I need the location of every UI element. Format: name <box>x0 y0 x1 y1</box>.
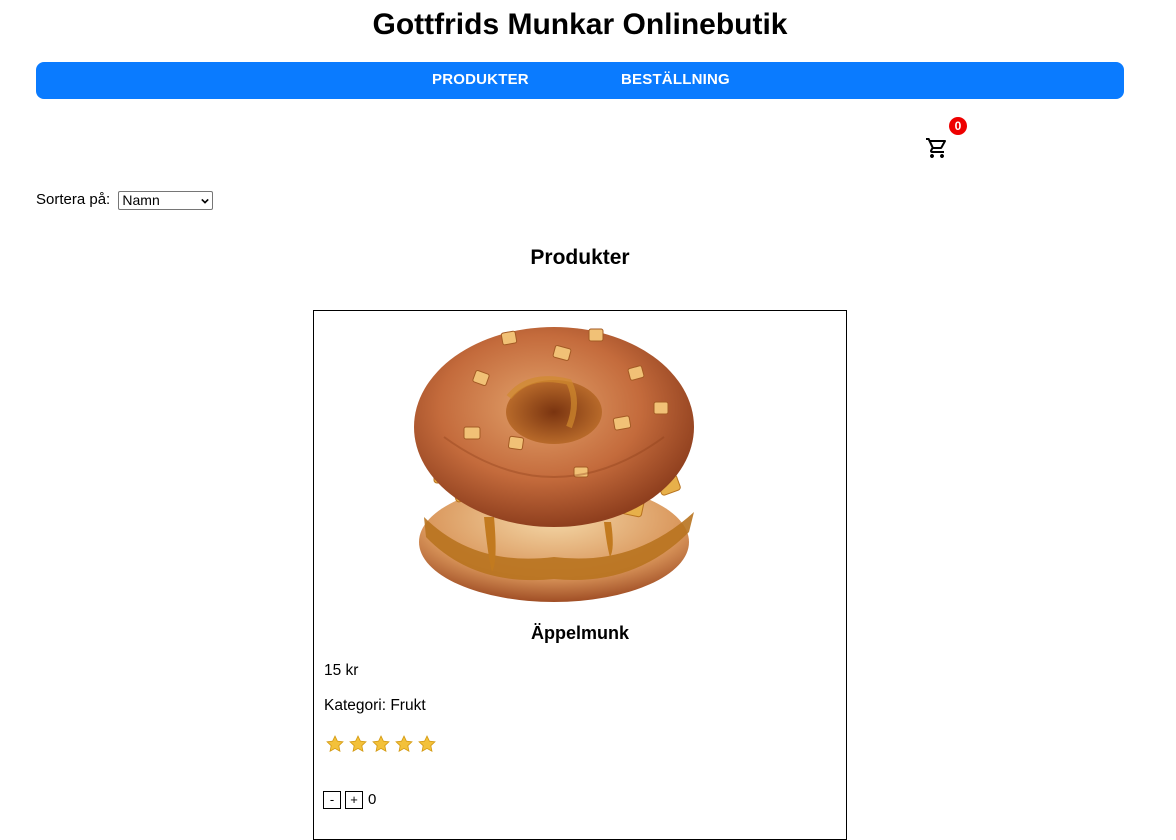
quantity-stepper: - + 0 <box>323 790 376 810</box>
product-rating <box>325 734 437 754</box>
sort-selected-value: Namn <box>122 191 160 208</box>
sort-select[interactable]: Namn <box>118 190 214 210</box>
main-navbar: PRODUKTER BESTÄLLNING <box>36 62 1124 99</box>
chevron-down-icon <box>201 198 210 204</box>
star-icon <box>418 735 436 752</box>
cart-count-badge: 0 <box>949 117 967 135</box>
star-icon <box>372 735 390 752</box>
decrease-quantity-button[interactable]: - <box>323 791 341 809</box>
star-icon <box>326 735 344 752</box>
apple-donut-image <box>414 327 694 602</box>
product-category: Kategori: Frukt <box>324 697 426 714</box>
sort-label: Sortera på: <box>36 191 111 208</box>
products-heading: Produkter <box>530 246 630 269</box>
quantity-value: 0 <box>368 791 377 808</box>
product-name: Äppelmunk <box>530 623 629 643</box>
nav-link-produkter[interactable]: PRODUKTER <box>432 62 529 99</box>
shopping-cart-icon <box>926 138 947 158</box>
product-card: Äppelmunk 15 kr Kategori: Frukt - + 0 <box>313 310 847 840</box>
cart-button[interactable] <box>925 136 951 160</box>
nav-link-bestallning[interactable]: BESTÄLLNING <box>621 62 730 99</box>
star-icon <box>349 735 367 752</box>
site-title: Gottfrids Munkar Onlinebutik <box>372 8 788 41</box>
sort-control: Sortera på: Namn <box>36 190 214 210</box>
star-icon <box>395 735 413 752</box>
increase-quantity-button[interactable]: + <box>345 791 363 809</box>
product-price: 15 kr <box>324 662 359 679</box>
